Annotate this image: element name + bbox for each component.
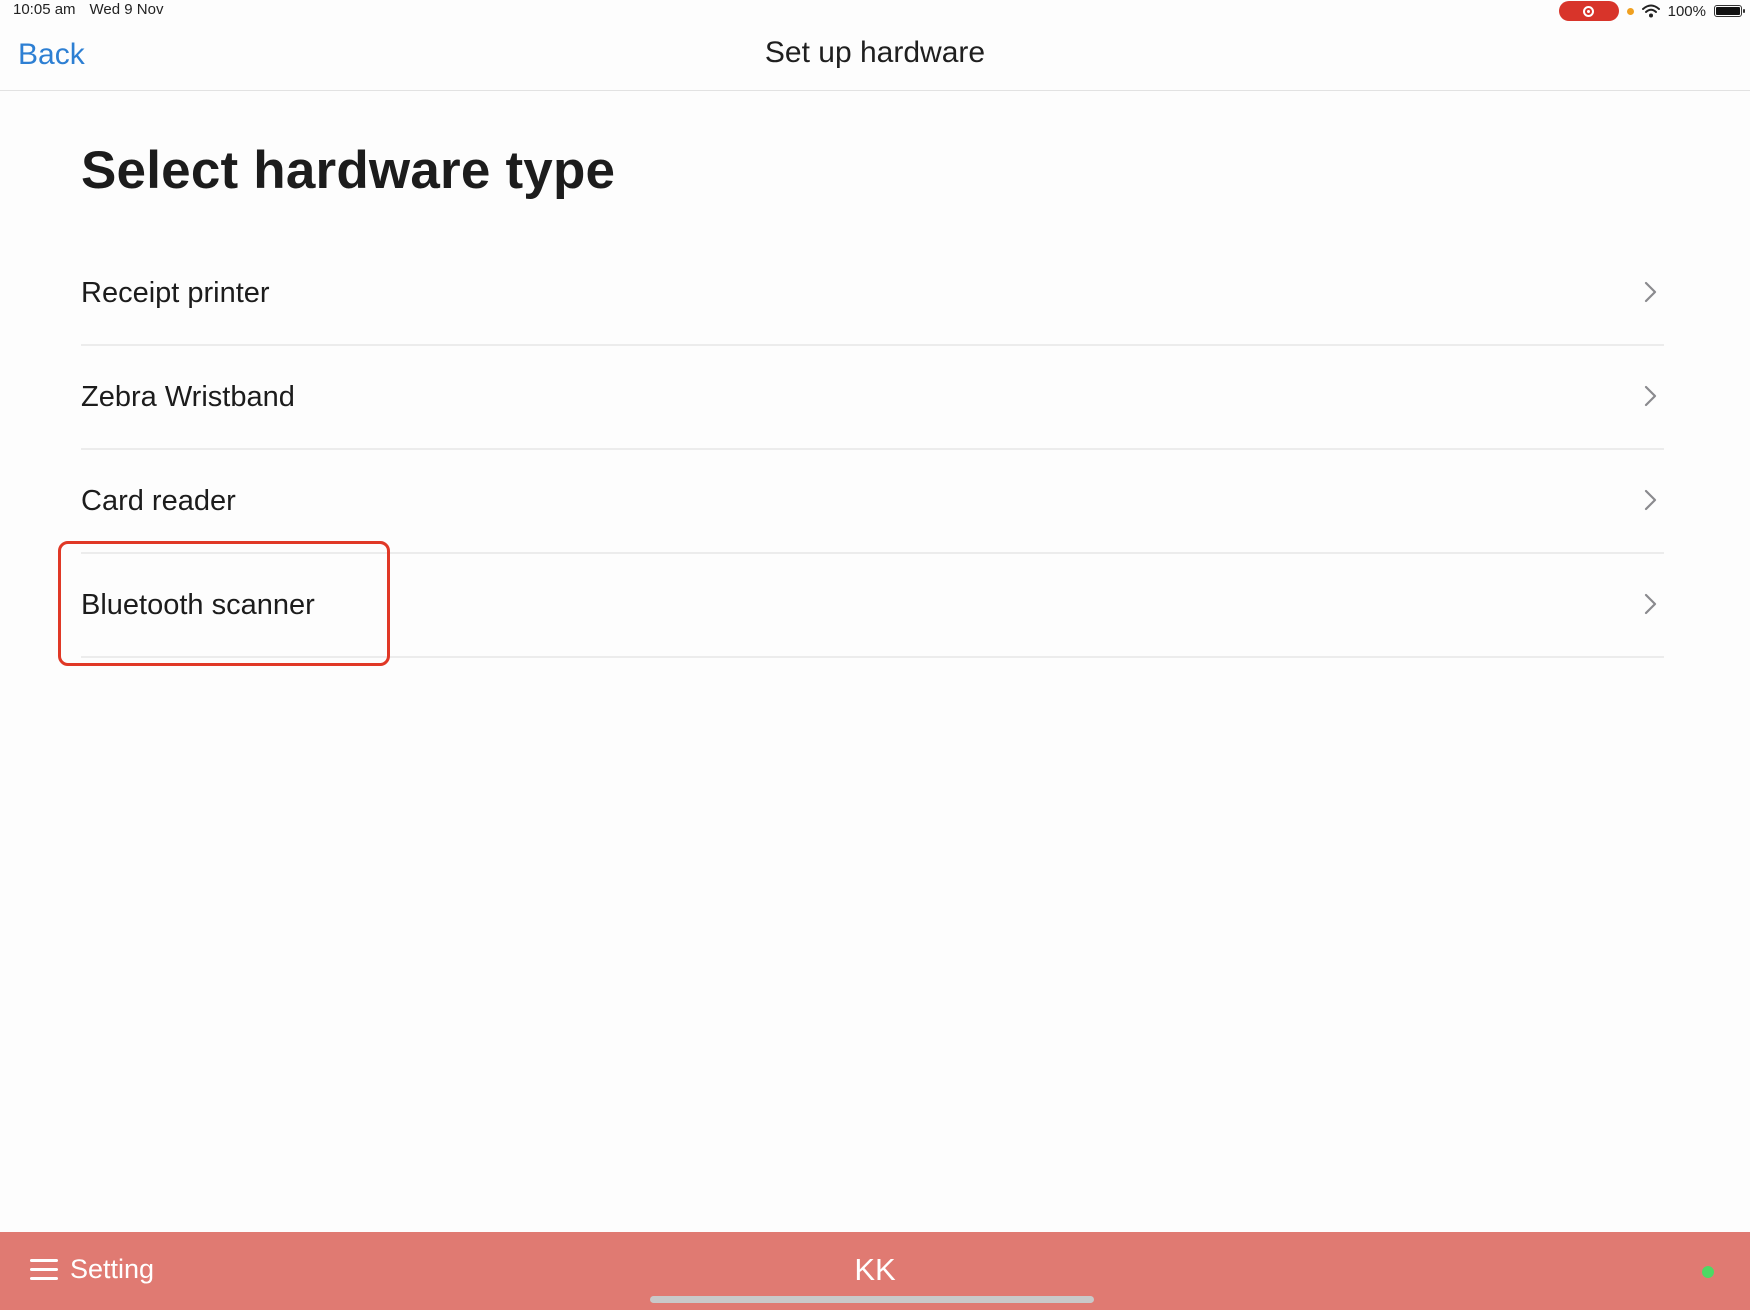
chevron-right-icon xyxy=(1644,281,1657,303)
chevron-right-icon xyxy=(1644,489,1657,511)
list-item-label: Bluetooth scanner xyxy=(81,589,315,621)
list-item-card-reader[interactable]: Card reader xyxy=(81,450,1664,554)
list-item-label: Receipt printer xyxy=(81,277,270,309)
page-title: Select hardware type xyxy=(81,141,616,200)
list-item-label: Zebra Wristband xyxy=(81,381,295,413)
battery-icon xyxy=(1714,5,1745,17)
connection-status-icon xyxy=(1702,1266,1714,1278)
orange-dot-icon xyxy=(1626,7,1634,15)
status-right: 100% xyxy=(1558,1,1745,21)
list-item-zebra-wristband[interactable]: Zebra Wristband xyxy=(81,346,1664,450)
chevron-right-icon xyxy=(1644,385,1657,407)
wifi-icon xyxy=(1641,4,1660,18)
battery-percent: 100% xyxy=(1667,2,1706,20)
nav-title: Set up hardware xyxy=(764,36,986,69)
status-bar: 10:05 am Wed 9 Nov 100% xyxy=(0,0,1750,22)
navigation-bar: Back Set up hardware xyxy=(0,22,1750,91)
home-indicator[interactable] xyxy=(650,1296,1094,1303)
list-item-label: Card reader xyxy=(81,485,236,517)
list-item-bluetooth-scanner[interactable]: Bluetooth scanner xyxy=(81,554,1664,658)
battery-fill xyxy=(1716,7,1740,15)
list-item-receipt-printer[interactable]: Receipt printer xyxy=(81,242,1664,346)
screen-record-icon[interactable] xyxy=(1558,1,1619,21)
status-left: 10:05 am Wed 9 Nov xyxy=(13,1,163,18)
user-initials: KK xyxy=(854,1252,896,1287)
status-time: 10:05 am xyxy=(13,1,76,18)
bottom-bar: Setting KK xyxy=(0,1232,1750,1310)
hardware-type-list: Receipt printer Zebra Wristband Card rea… xyxy=(81,242,1664,658)
chevron-right-icon xyxy=(1644,593,1657,615)
status-date: Wed 9 Nov xyxy=(89,1,164,18)
